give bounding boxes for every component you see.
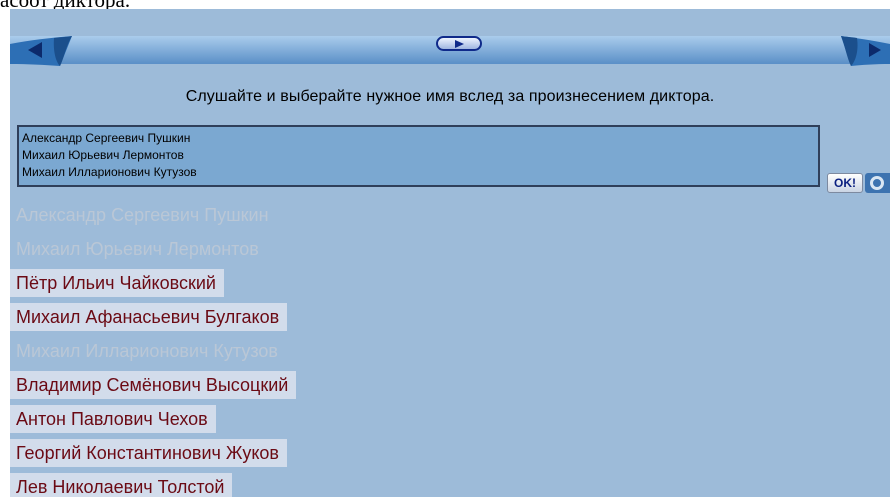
- instruction-text: Слушайте и выберайте нужное имя вслед за…: [185, 88, 715, 105]
- name-choice[interactable]: Лев Николаевич Толстой: [10, 473, 233, 497]
- name-choice[interactable]: Александр Сергеевич Пушкин: [10, 201, 277, 229]
- answer-line: Александр Сергеевич Пушкин: [22, 131, 191, 145]
- next-arrow-icon[interactable]: [841, 34, 890, 68]
- answer-field[interactable]: Александр Сергеевич Пушкин Михаил Юрьеви…: [17, 125, 820, 187]
- answer-line: Михаил Илларионович Кутузов: [22, 165, 197, 179]
- name-choice[interactable]: Михаил Илларионович Кутузов: [10, 337, 286, 365]
- name-choice[interactable]: Георгий Константинович Жуков: [10, 439, 287, 467]
- name-choice[interactable]: Михаил Афанасьевич Булгаков: [10, 303, 288, 331]
- name-choice[interactable]: Владимир Семёнович Высоцкий: [10, 371, 297, 399]
- prev-arrow-icon[interactable]: [10, 34, 72, 68]
- name-choice[interactable]: Антон Павлович Чехов: [10, 405, 216, 433]
- exercise-panel: Слушайте и выберайте нужное имя вслед за…: [10, 9, 890, 497]
- name-choice[interactable]: Пётр Ильич Чайковский: [10, 269, 224, 297]
- name-choice[interactable]: Михаил Юрьевич Лермонтов: [10, 235, 267, 263]
- play-button[interactable]: [436, 36, 482, 51]
- answer-line: Михаил Юрьевич Лермонтов: [22, 148, 184, 162]
- play-icon: [455, 40, 464, 48]
- ok-button[interactable]: OK!: [827, 173, 863, 193]
- undo-button[interactable]: [865, 173, 890, 193]
- undo-icon: [870, 176, 884, 190]
